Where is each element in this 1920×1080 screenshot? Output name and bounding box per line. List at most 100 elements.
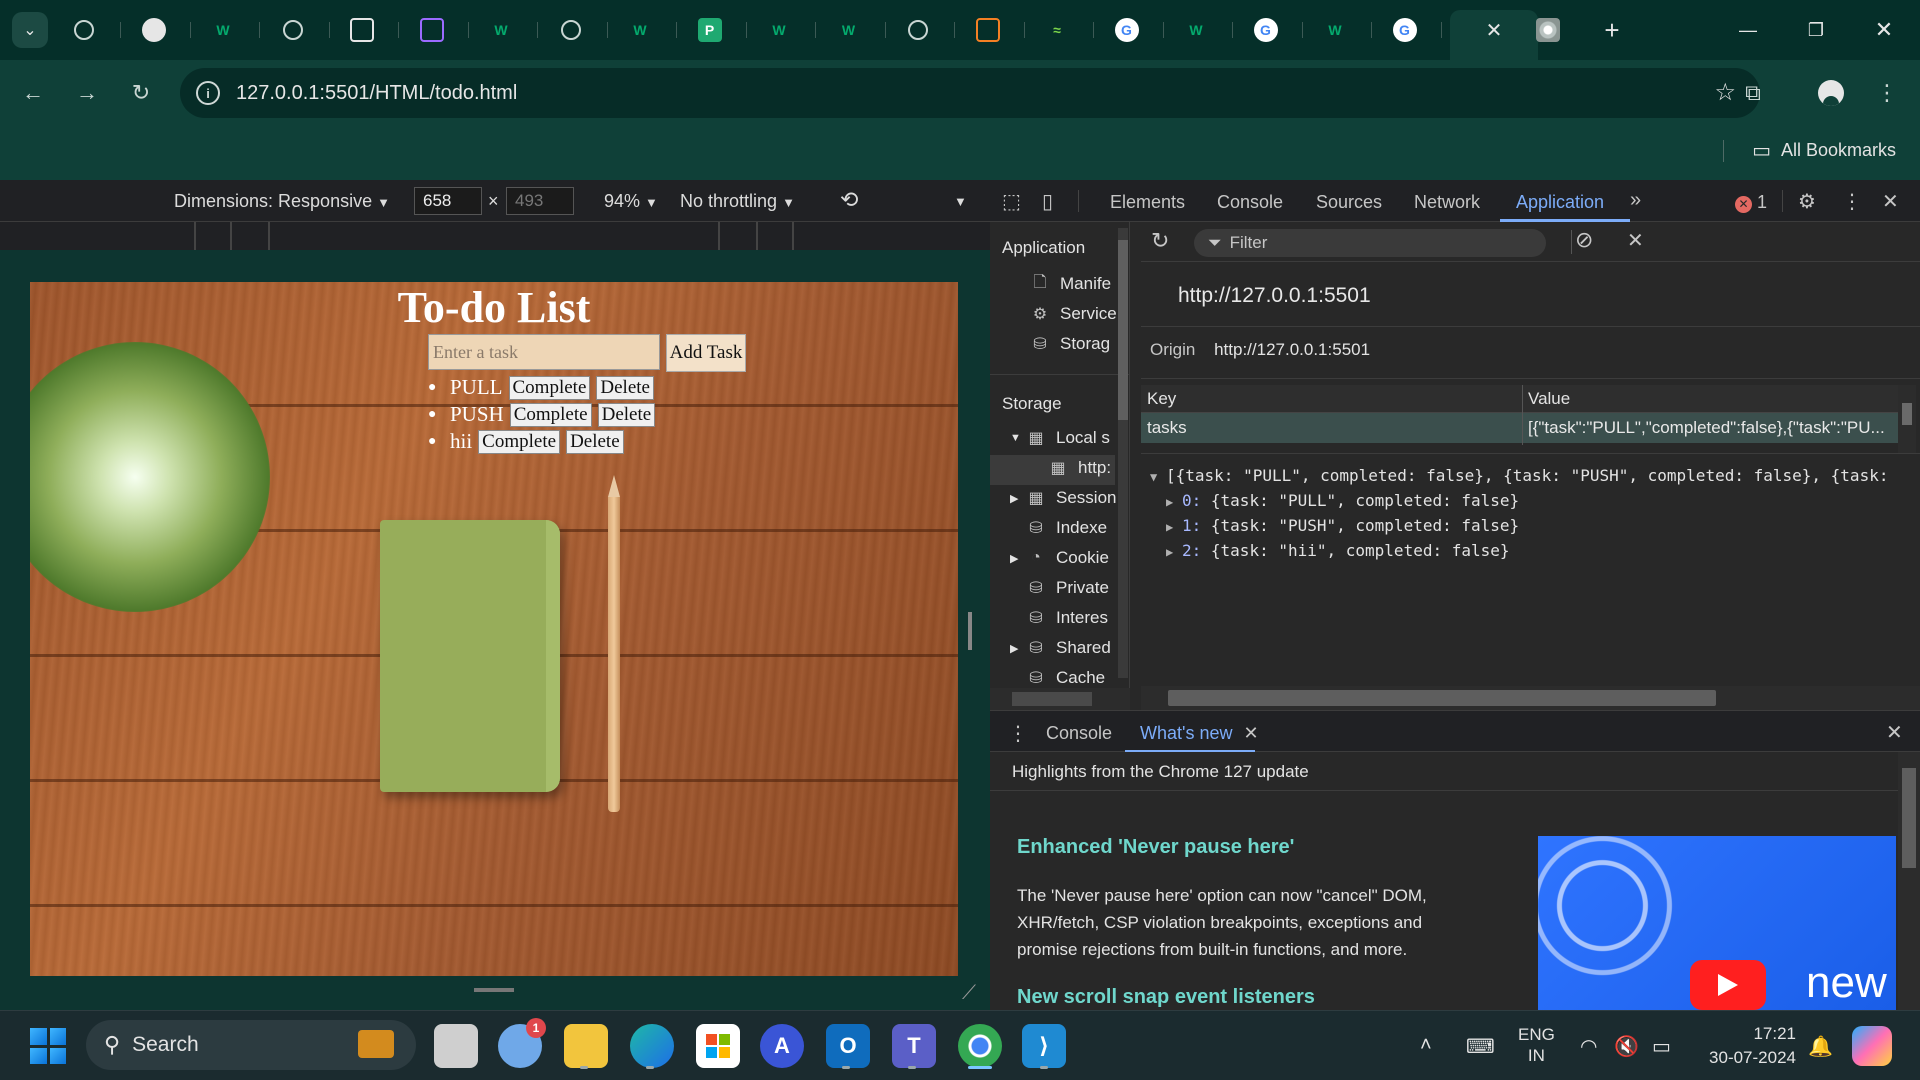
tab-search-button[interactable]: ⌄	[10, 12, 50, 48]
close-tab-icon[interactable]: ✕	[1482, 18, 1506, 42]
drawer-menu-button[interactable]: ⋮	[1008, 721, 1028, 746]
site-info-icon[interactable]: i	[196, 81, 220, 105]
teams-icon[interactable]: T	[892, 1024, 936, 1068]
device-toggle-button[interactable]: ▯	[1042, 189, 1053, 214]
vscode-icon[interactable]: ⟩	[1022, 1024, 1066, 1068]
browser-tab[interactable]: W	[829, 12, 869, 48]
sidebar-item-shared-storage[interactable]: ▶ ⛁ Shared	[1010, 638, 1111, 658]
tab-elements[interactable]: Elements	[1110, 192, 1185, 213]
bell-icon[interactable]: 🔔	[1808, 1034, 1833, 1059]
add-task-button[interactable]: Add Task	[666, 334, 746, 372]
viewport-resize-handle[interactable]	[474, 988, 514, 992]
error-counter[interactable]: ✕ 1	[1735, 192, 1767, 213]
drawer-tab-console[interactable]: Console	[1046, 723, 1112, 744]
delete-selected-button[interactable]: ✕	[1627, 228, 1644, 253]
whats-new-item-title[interactable]: Enhanced 'Never pause here'	[1017, 836, 1294, 859]
browser-tab[interactable]: G	[1385, 12, 1425, 48]
filter-input[interactable]: ⏷ Filter	[1194, 229, 1546, 257]
browser-tab[interactable]: W	[620, 12, 660, 48]
browser-tab[interactable]	[273, 12, 313, 48]
inspect-element-button[interactable]: ⬚	[1002, 189, 1021, 214]
browser-tab[interactable]: W	[481, 12, 521, 48]
sidebar-item-local-storage[interactable]: ▼ ▦ Local s	[1010, 428, 1110, 448]
close-window-button[interactable]: ✕	[1864, 14, 1904, 46]
chrome-icon[interactable]	[958, 1024, 1002, 1068]
dimensions-dropdown[interactable]: Dimensions: Responsive ▼	[174, 191, 390, 212]
youtube-play-button[interactable]	[1690, 960, 1766, 1010]
tab-active[interactable]: ✕	[1450, 10, 1538, 60]
table-scrollbar[interactable]	[1898, 385, 1916, 453]
clear-all-button[interactable]: ⊘	[1575, 227, 1593, 253]
main-horizontal-thumb[interactable]	[1168, 690, 1716, 706]
close-devtools-button[interactable]: ✕	[1882, 189, 1899, 214]
browser-menu-button[interactable]: ⋮	[1872, 78, 1902, 108]
refresh-button[interactable]: ↻	[1151, 228, 1169, 254]
weather-icon[interactable]: 1	[498, 1018, 546, 1068]
table-header-value[interactable]: Value	[1522, 385, 1907, 413]
chevron-up-icon[interactable]: ˄	[1420, 1034, 1432, 1057]
restore-button[interactable]: ❐	[1796, 14, 1836, 46]
speaker-muted-icon[interactable]: 🔇	[1614, 1034, 1639, 1059]
drawer-tab-whats-new[interactable]: What's new ✕	[1140, 723, 1259, 744]
browser-tab[interactable]: W	[1315, 12, 1355, 48]
sidebar-horizontal-thumb[interactable]	[1012, 692, 1092, 706]
taskbar-search[interactable]: ⚲ Search	[86, 1020, 416, 1070]
sidebar-item-private-state-tokens[interactable]: ⛁ Private	[1024, 578, 1109, 598]
complete-button[interactable]: Complete	[508, 375, 591, 400]
throttling-dropdown[interactable]: No throttling ▼	[680, 191, 795, 212]
extensions-button[interactable]: ⧉	[1738, 78, 1768, 108]
tab-network[interactable]: Network	[1414, 192, 1480, 213]
sidebar-item-cookies[interactable]: ▶ ◔ Cookie	[1010, 548, 1109, 568]
tab-application[interactable]: Application	[1516, 192, 1604, 213]
json-item-row[interactable]: ▶ 1: {task: "PUSH", completed: false}	[1150, 514, 1915, 539]
microsoft-store-icon[interactable]	[696, 1024, 740, 1068]
browser-tab[interactable]	[412, 12, 452, 48]
new-tab-button[interactable]: +	[1592, 12, 1632, 48]
battery-icon[interactable]: ▭	[1652, 1034, 1671, 1059]
devtools-menu-button[interactable]: ⋮	[1842, 189, 1862, 214]
browser-tab[interactable]: G	[1246, 12, 1286, 48]
sidebar-item-interest-groups[interactable]: ⛁ Interes	[1024, 608, 1108, 628]
complete-button[interactable]: Complete	[478, 429, 561, 454]
browser-tab[interactable]	[134, 12, 174, 48]
language-indicator[interactable]: ENG IN	[1518, 1024, 1555, 1066]
windows-start-button[interactable]	[30, 1028, 66, 1064]
reload-button[interactable]: ↻	[126, 78, 156, 108]
forward-button[interactable]: →	[72, 78, 102, 108]
drawer-scroll-thumb[interactable]	[1902, 768, 1916, 868]
whats-new-item-title[interactable]: New scroll snap event listeners	[1017, 986, 1315, 1009]
media-query-ruler[interactable]	[0, 222, 990, 250]
table-cell-key[interactable]: tasks	[1141, 413, 1522, 443]
json-item-row[interactable]: ▶ 2: {task: "hii", completed: false}	[1150, 539, 1915, 564]
sidebar-item-session-storage[interactable]: ▶ ▦ Session	[1010, 488, 1116, 508]
edge-icon[interactable]	[630, 1024, 674, 1068]
keyboard-icon[interactable]: ⌨	[1466, 1034, 1495, 1059]
browser-tab[interactable]	[898, 12, 938, 48]
height-input[interactable]: 493	[506, 187, 574, 215]
devtools-settings-button[interactable]: ⚙	[1798, 189, 1816, 214]
delete-button[interactable]: Delete	[597, 402, 656, 427]
tab-sources[interactable]: Sources	[1316, 192, 1382, 213]
task-view-icon[interactable]	[434, 1024, 478, 1068]
json-summary-row[interactable]: ▼ [{task: "PULL", completed: false}, {tas…	[1150, 464, 1915, 489]
file-explorer-icon[interactable]	[564, 1024, 608, 1068]
tab-chrome[interactable]	[1528, 12, 1568, 48]
more-tabs-button[interactable]: »	[1630, 189, 1641, 212]
profile-button[interactable]	[1816, 78, 1846, 108]
tab-console[interactable]: Console	[1217, 192, 1283, 213]
browser-tab[interactable]	[64, 12, 104, 48]
wifi-icon[interactable]: ◠	[1580, 1034, 1597, 1059]
browser-tab[interactable]: W	[1176, 12, 1216, 48]
browser-tab[interactable]: P	[690, 12, 730, 48]
browser-tab[interactable]: G	[1107, 12, 1147, 48]
table-cell-value[interactable]: [{"task":"PULL","completed":false},{"tas…	[1522, 413, 1907, 443]
sidebar-item-local-origin[interactable]: ▦ http:	[1046, 458, 1111, 478]
sidebar-item-indexeddb[interactable]: ⛁ Indexe	[1024, 518, 1107, 538]
url-text[interactable]: 127.0.0.1:5501/HTML/todo.html	[236, 82, 517, 105]
address-bar[interactable]: i 127.0.0.1:5501/HTML/todo.html ☆	[180, 68, 1760, 118]
column-divider[interactable]	[1522, 385, 1523, 445]
bookmark-star-icon[interactable]: ☆	[1714, 78, 1736, 107]
close-drawer-button[interactable]: ✕	[1886, 720, 1903, 745]
app-a-icon[interactable]: A	[760, 1024, 804, 1068]
all-bookmarks-button[interactable]: ▭ All Bookmarks	[1752, 138, 1896, 163]
